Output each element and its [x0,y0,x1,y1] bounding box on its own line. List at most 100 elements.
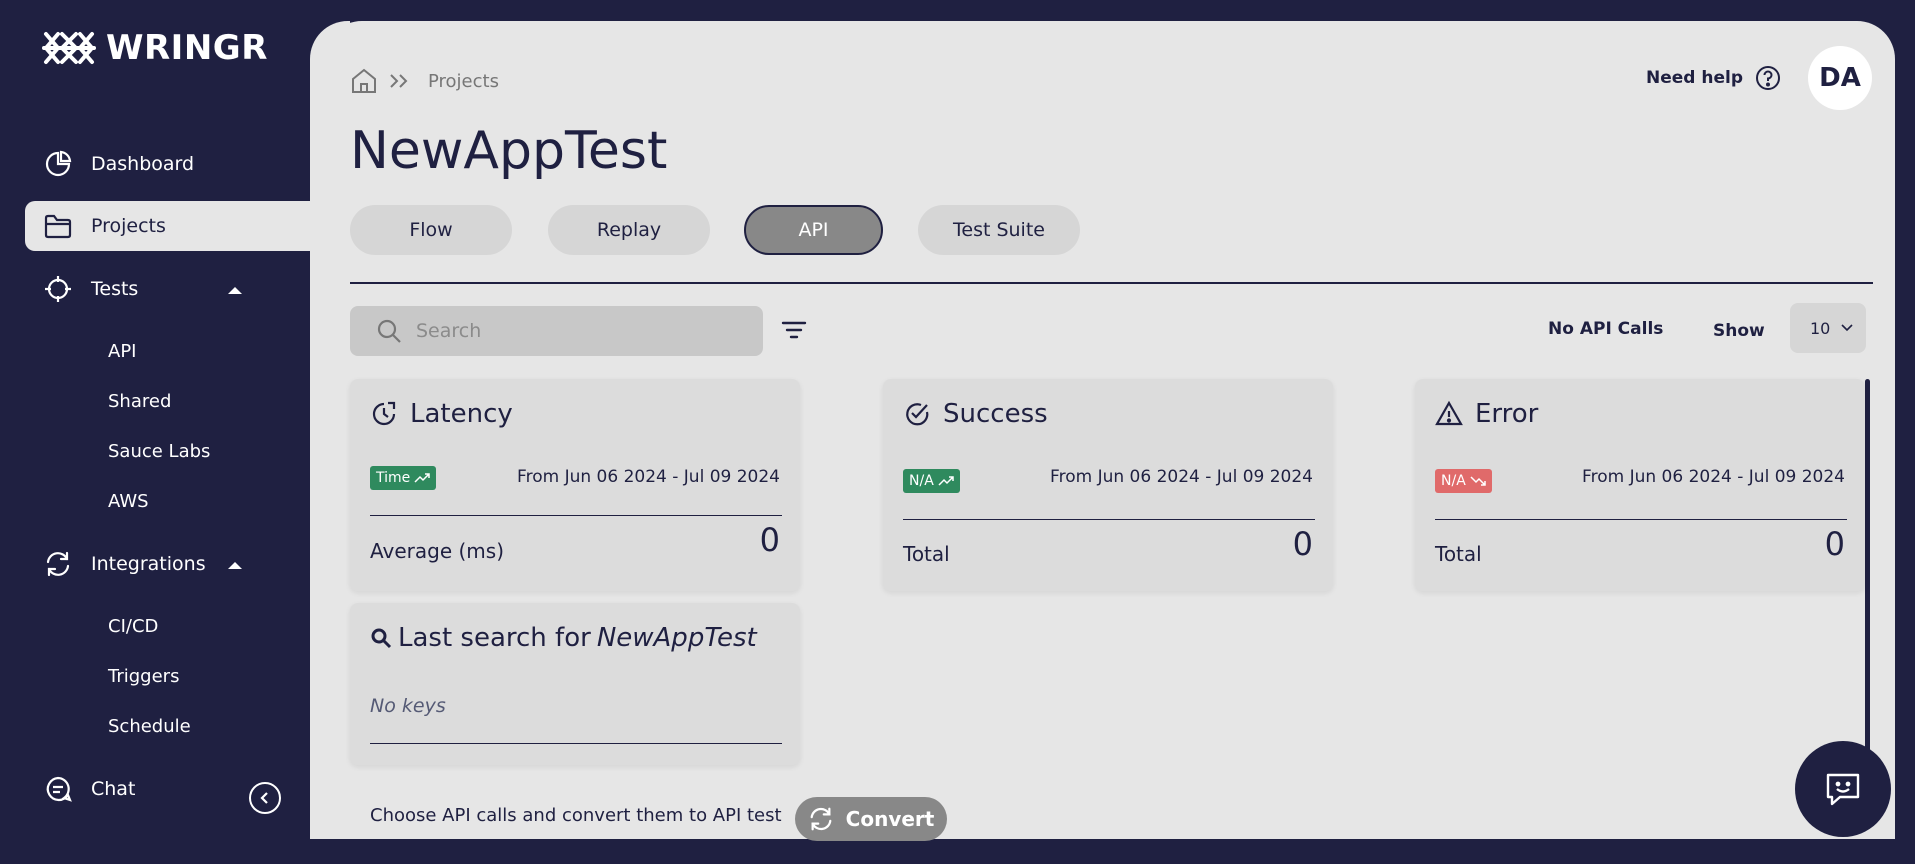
sidebar-item-label: Dashboard [91,153,195,175]
latency-card-header: Latency [370,399,513,429]
search-icon [377,319,401,343]
tab-api[interactable]: API [744,205,883,255]
filter-icon[interactable] [779,315,809,345]
sidebar-item-dashboard[interactable]: Dashboard [25,139,324,189]
search-box[interactable] [350,306,763,356]
trend-up-icon [938,476,954,486]
brand-name: WRINGR [106,28,268,68]
last-search-prefix: Last search for [398,623,591,653]
success-card: Success N/A From Jun 06 2024 - Jul 09 20… [883,379,1333,591]
warning-triangle-icon [1435,400,1463,426]
search-input[interactable] [416,320,736,342]
tabs-divider [350,282,1873,284]
error-date-range: From Jun 06 2024 - Jul 09 2024 [1582,467,1845,487]
breadcrumb-projects[interactable]: Projects [428,71,499,92]
breadcrumb: Projects [350,67,499,95]
badge-label: N/A [1441,473,1466,489]
tab-flow[interactable]: Flow [350,205,512,255]
card-divider [370,743,782,744]
chat-support-button[interactable] [1795,741,1891,837]
sidebar-item-integrations[interactable]: Integrations [25,539,324,589]
chevron-up-icon[interactable] [225,280,245,300]
api-calls-status: No API Calls [1548,319,1664,339]
chat-icon [43,774,73,804]
chevrons-right-icon [390,74,408,88]
collapse-sidebar-button[interactable] [249,782,281,814]
no-keys-text: No keys [370,695,446,717]
sidebar-item-label: Projects [91,215,166,237]
folder-icon [43,211,73,241]
sync-icon [43,549,73,579]
success-date-range: From Jun 06 2024 - Jul 09 2024 [1050,467,1313,487]
latency-title: Latency [410,399,513,429]
help-label: Need help [1646,68,1744,88]
sidebar-item-projects[interactable]: Projects [25,201,324,251]
sidebar-subitem-shared[interactable]: Shared [108,391,171,412]
sidebar-subitem-schedule[interactable]: Schedule [108,716,191,737]
show-label: Show [1713,321,1765,341]
last-search-title: Last search for NewAppTest [370,623,757,653]
badge-label: N/A [909,473,934,489]
page-size-value: 10 [1810,318,1831,338]
scrollbar[interactable] [1865,379,1870,809]
error-metric-label: Total [1435,542,1482,566]
main-panel: Projects NewAppTest Need help DA Flow Re… [310,21,1895,841]
error-title: Error [1475,399,1539,429]
latency-card: Latency Time From Jun 06 2024 - Jul 09 2… [350,379,800,591]
error-card: Error N/A From Jun 06 2024 - Jul 09 2024… [1415,379,1865,591]
sidebar-item-chat[interactable]: Chat [25,764,324,814]
question-circle-icon [1756,66,1781,90]
trend-down-icon [1470,476,1486,486]
error-badge: N/A [1435,469,1492,493]
sidebar-item-label: Tests [91,278,139,300]
last-search-project: NewAppTest [596,623,757,653]
latency-badge: Time [370,466,437,490]
pie-chart-icon [43,149,73,179]
tab-bar: Flow Replay API Test Suite [350,205,1870,255]
chevron-down-icon [1841,324,1853,332]
chevron-up-icon[interactable] [225,555,245,575]
convert-button[interactable]: Convert [795,797,947,841]
success-card-header: Success [903,399,1048,429]
latency-date-range: From Jun 06 2024 - Jul 09 2024 [517,467,780,487]
sidebar-subitem-sauce-labs[interactable]: Sauce Labs [108,441,210,462]
success-metric-label: Total [903,542,950,566]
convert-label: Convert [845,807,935,831]
sidebar-item-tests[interactable]: Tests [25,264,324,314]
sidebar-item-label: Chat [91,778,136,800]
sync-icon [810,807,832,831]
sidebar-subitem-cicd[interactable]: CI/CD [108,616,158,637]
tab-test-suite[interactable]: Test Suite [918,205,1080,255]
search-icon [371,628,392,649]
avatar[interactable]: DA [1808,46,1872,110]
need-help-link[interactable]: Need help [1646,65,1781,91]
card-divider [370,515,782,516]
success-metric-value: 0 [1292,525,1313,563]
card-divider [1435,519,1847,520]
success-badge: N/A [903,469,960,493]
sidebar-item-label: Integrations [91,553,206,575]
home-icon[interactable] [350,67,378,95]
check-circle-icon [906,403,929,426]
wringr-logo-icon [42,32,96,64]
last-search-card: Last search for NewAppTest No keys [350,603,800,765]
chevron-left-icon [260,792,268,804]
badge-label: Time [376,470,411,486]
error-card-header: Error [1435,399,1538,429]
clock-icon [372,401,396,426]
target-icon [43,274,73,304]
logo[interactable]: WRINGR [42,28,268,68]
sidebar-subitem-aws[interactable]: AWS [108,491,149,512]
sidebar-subitem-triggers[interactable]: Triggers [108,666,179,687]
chat-bot-icon [1826,773,1860,806]
card-divider [903,519,1315,520]
tab-replay[interactable]: Replay [548,205,710,255]
sidebar: WRINGR Dashboard Projects Tests API Shar… [0,0,324,864]
page-size-select[interactable]: 10 [1790,303,1866,353]
latency-metric-label: Average (ms) [370,539,504,563]
latency-metric-value: 0 [759,521,780,559]
error-metric-value: 0 [1824,525,1845,563]
convert-hint: Choose API calls and convert them to API… [370,805,782,826]
success-title: Success [943,399,1048,429]
sidebar-subitem-api[interactable]: API [108,341,136,362]
